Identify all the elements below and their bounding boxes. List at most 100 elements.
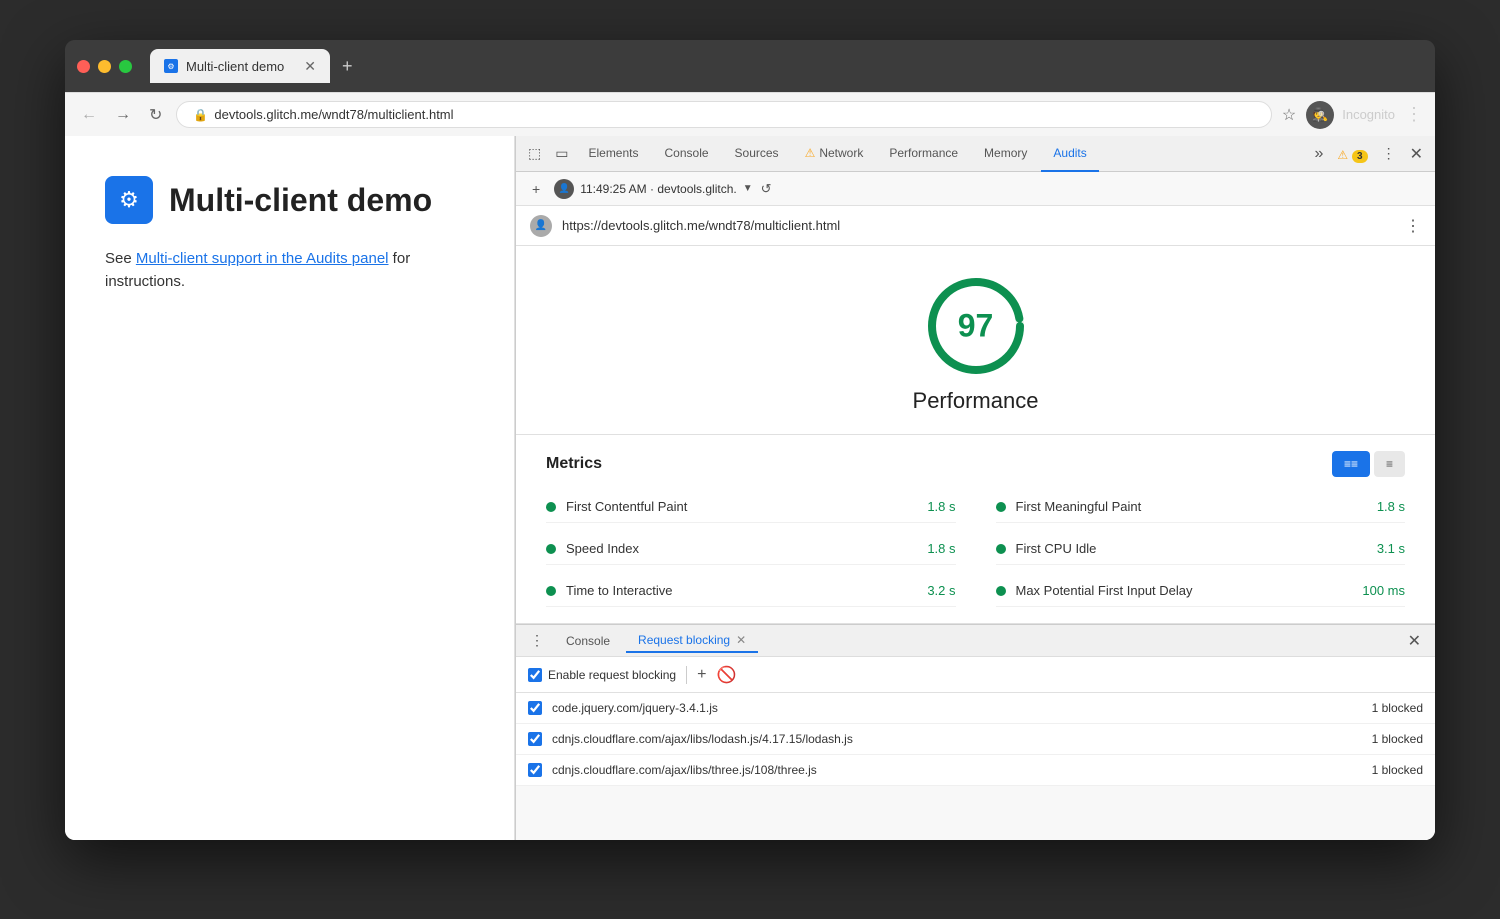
metric-value: 100 ms	[1362, 583, 1405, 598]
metric-name: First CPU Idle	[1016, 541, 1367, 556]
forward-button[interactable]: →	[111, 102, 135, 128]
bookmark-button[interactable]: ☆	[1282, 105, 1296, 125]
score-section: 97 Performance	[516, 246, 1435, 435]
incognito-area: 🕵 Incognito	[1306, 101, 1395, 129]
toggle-list-view[interactable]: ≡	[1374, 451, 1405, 477]
more-tabs-button[interactable]: »	[1308, 141, 1329, 167]
drawer-tab-console[interactable]: Console	[554, 630, 622, 652]
blocking-row-3: cdnjs.cloudflare.com/ajax/libs/three.js/…	[516, 755, 1435, 786]
metric-value: 3.1 s	[1377, 541, 1405, 556]
warning-badge-area[interactable]: ⚠ 3	[1331, 142, 1373, 166]
tab-favicon: ⚙	[164, 59, 178, 73]
settings-button[interactable]: ⋮	[1376, 141, 1402, 166]
reload-button[interactable]: ↻	[145, 101, 166, 129]
metric-name: First Contentful Paint	[566, 499, 917, 514]
enable-blocking-checkbox[interactable]	[528, 668, 542, 682]
inspect-element-button[interactable]: ⬚	[522, 141, 547, 166]
traffic-lights	[77, 60, 132, 73]
incognito-avatar: 🕵	[1306, 101, 1334, 129]
blocking-checkbox-3[interactable]	[528, 763, 542, 777]
metric-row: Max Potential First Input Delay 100 ms	[996, 575, 1406, 607]
tab-memory[interactable]: Memory	[972, 136, 1039, 172]
view-toggle: ≡≡ ≡	[1332, 451, 1405, 477]
device-toggle-button[interactable]: ▭	[549, 141, 574, 166]
drawer-menu-button[interactable]: ⋮	[524, 630, 550, 651]
audits-url-bar: 👤 https://devtools.glitch.me/wndt78/mult…	[516, 206, 1435, 246]
score-label: Performance	[913, 388, 1039, 414]
new-tab-button[interactable]: +	[334, 52, 361, 81]
devtools-close-button[interactable]: ✕	[1404, 140, 1429, 168]
tab-performance[interactable]: Performance	[877, 136, 970, 172]
blocking-checkbox-1[interactable]	[528, 701, 542, 715]
metrics-section: Metrics ≡≡ ≡ First Contentful Paint 1.8 …	[516, 435, 1435, 624]
blocking-url-2: cdnjs.cloudflare.com/ajax/libs/lodash.js…	[552, 732, 1362, 746]
new-audit-button[interactable]: +	[526, 177, 546, 201]
metric-value: 1.8 s	[1377, 499, 1405, 514]
metric-dot	[546, 502, 556, 512]
metrics-grid: First Contentful Paint 1.8 s First Meani…	[546, 491, 1405, 607]
close-traffic-light[interactable]	[77, 60, 90, 73]
devtools-panel: ⬚ ▭ Elements Console Sources ⚠ Network P…	[515, 136, 1435, 840]
metric-name: Time to Interactive	[566, 583, 917, 598]
session-avatar: 👤	[554, 179, 574, 199]
metric-name: Speed Index	[566, 541, 917, 556]
toolbar-divider	[686, 666, 687, 684]
lock-icon: 🔒	[193, 108, 208, 122]
address-text: devtools.glitch.me/wndt78/multiclient.ht…	[214, 107, 453, 122]
metric-dot	[546, 544, 556, 554]
tab-performance-label: Performance	[889, 146, 958, 160]
audits-url: https://devtools.glitch.me/wndt78/multic…	[562, 218, 1395, 233]
metric-dot	[996, 502, 1006, 512]
drawer-close-button[interactable]: ✕	[1402, 629, 1427, 653]
metrics-title: Metrics	[546, 455, 602, 473]
drawer-tabs: ⋮ Console Request blocking ✕ ✕	[516, 625, 1435, 657]
maximize-traffic-light[interactable]	[119, 60, 132, 73]
tab-sources[interactable]: Sources	[723, 136, 791, 172]
metric-dot	[996, 586, 1006, 596]
incognito-label: Incognito	[1342, 107, 1395, 122]
drawer-tab-request-blocking[interactable]: Request blocking ✕	[626, 629, 758, 653]
page-title: Multi-client demo	[169, 182, 432, 219]
network-warning-icon: ⚠	[805, 146, 816, 160]
audits-avatar: 👤	[530, 215, 552, 237]
tab-close-button[interactable]: ✕	[304, 58, 316, 75]
toggle-grid-view[interactable]: ≡≡	[1332, 451, 1370, 477]
page-logo-title: ⚙ Multi-client demo	[105, 176, 474, 224]
block-all-button[interactable]: 🚫	[716, 665, 736, 685]
main-content: ⚙ Multi-client demo See Multi-client sup…	[65, 136, 1435, 840]
address-input[interactable]: 🔒 devtools.glitch.me/wndt78/multiclient.…	[176, 101, 1271, 128]
minimize-traffic-light[interactable]	[98, 60, 111, 73]
tab-console[interactable]: Console	[653, 136, 721, 172]
active-tab[interactable]: ⚙ Multi-client demo ✕	[150, 49, 330, 83]
page-logo: ⚙	[105, 176, 153, 224]
back-button[interactable]: ←	[77, 102, 101, 128]
metric-row: Speed Index 1.8 s	[546, 533, 956, 565]
blocking-row-1: code.jquery.com/jquery-3.4.1.js 1 blocke…	[516, 693, 1435, 724]
description-prefix: See	[105, 250, 136, 267]
drawer-request-blocking-label: Request blocking	[638, 633, 730, 647]
session-reload[interactable]: ↺	[761, 181, 772, 197]
metric-row: First CPU Idle 3.1 s	[996, 533, 1406, 565]
tab-network[interactable]: ⚠ Network	[793, 136, 876, 172]
browser-menu-button[interactable]: ⋮	[1405, 104, 1423, 125]
metric-row: Time to Interactive 3.2 s	[546, 575, 956, 607]
warning-badge: 3	[1352, 150, 1368, 163]
metric-dot	[546, 586, 556, 596]
drawer-tab-close[interactable]: ✕	[736, 633, 746, 647]
blocking-checkbox-2[interactable]	[528, 732, 542, 746]
enable-blocking-label[interactable]: Enable request blocking	[528, 668, 676, 682]
page-content: ⚙ Multi-client demo See Multi-client sup…	[65, 136, 515, 840]
blocking-row-2: cdnjs.cloudflare.com/ajax/libs/lodash.js…	[516, 724, 1435, 755]
session-dropdown[interactable]: ▼	[743, 183, 753, 194]
blocked-count-3: 1 blocked	[1372, 763, 1423, 777]
tab-elements[interactable]: Elements	[576, 136, 650, 172]
audits-more-button[interactable]: ⋮	[1405, 216, 1421, 236]
browser-window: ⚙ Multi-client demo ✕ + ← → ↻ 🔒 devtools…	[65, 40, 1435, 840]
audits-panel-link[interactable]: Multi-client support in the Audits panel	[136, 250, 389, 267]
blocking-url-3: cdnjs.cloudflare.com/ajax/libs/three.js/…	[552, 763, 1362, 777]
tabs-bar: ⚙ Multi-client demo ✕ +	[150, 49, 1423, 83]
drawer-console-label: Console	[566, 634, 610, 648]
tab-audits[interactable]: Audits	[1041, 136, 1098, 172]
add-blocking-rule-button[interactable]: +	[697, 666, 706, 684]
tab-title: Multi-client demo	[186, 59, 284, 74]
